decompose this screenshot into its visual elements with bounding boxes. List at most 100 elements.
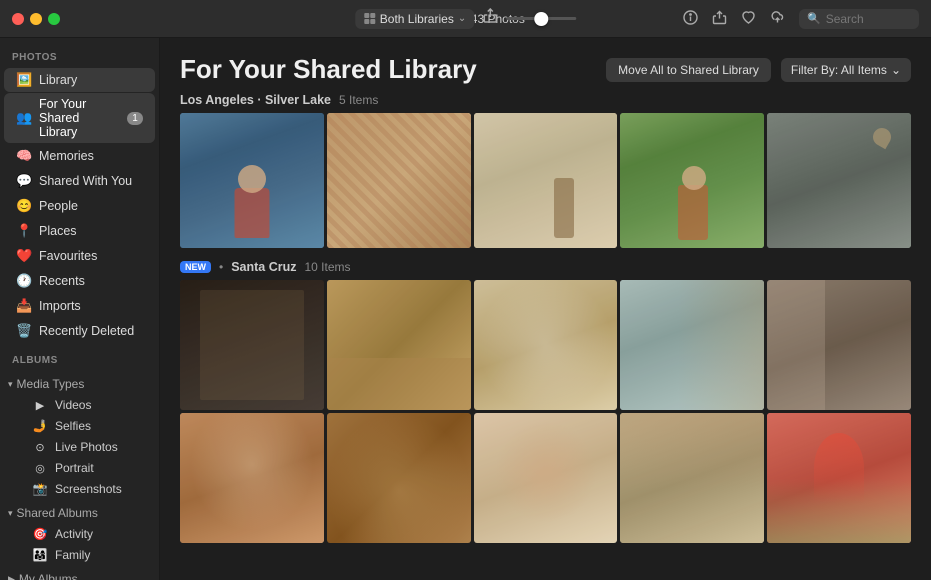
screenshots-icon: 📸	[32, 482, 48, 496]
titlebar-center: Both Libraries ⌄	[355, 8, 576, 29]
sidebar-portrait-label: Portrait	[55, 461, 94, 475]
sidebar-favourites-label: Favourites	[39, 249, 143, 263]
section2-header: NEW • Santa Cruz 10 Items	[180, 260, 911, 274]
live-photos-icon: ⊙	[32, 441, 48, 454]
shared-albums-header[interactable]: ▾ Shared Albums	[0, 503, 159, 523]
photo-item[interactable]	[767, 280, 911, 410]
chevron-down-icon: ⌄	[458, 13, 466, 24]
search-input[interactable]	[826, 12, 916, 26]
photo-item[interactable]	[180, 113, 324, 248]
sidebar-item-portrait[interactable]: ◎ Portrait	[4, 458, 155, 478]
main-container: Photos 🖼️ Library 👥 For Your Shared Libr…	[0, 38, 931, 580]
sidebar-live-photos-label: Live Photos	[55, 440, 118, 454]
albums-section-label: Albums	[0, 351, 159, 370]
library-icon: 🖼️	[16, 72, 32, 88]
sidebar-item-shared-with-you[interactable]: 💬 Shared With You	[4, 169, 155, 193]
upload-icon[interactable]	[712, 10, 727, 28]
section1-header: Los Angeles · Silver Lake 5 Items	[180, 93, 911, 107]
photo-item[interactable]	[180, 413, 324, 543]
shared-albums-chevron-icon: ▾	[8, 508, 13, 519]
filter-label: Filter By: All Items	[791, 63, 887, 77]
photo-item[interactable]	[327, 113, 471, 248]
section2-row2	[180, 413, 911, 543]
sidebar-places-label: Places	[39, 224, 143, 238]
photo-item[interactable]	[327, 280, 471, 410]
sidebar-item-screenshots[interactable]: 📸 Screenshots	[4, 479, 155, 499]
library-selector[interactable]: Both Libraries ⌄	[355, 9, 474, 29]
shared-library-badge: 1	[127, 112, 143, 125]
media-types-header[interactable]: ▾ Media Types	[0, 374, 159, 394]
new-badge: NEW	[180, 261, 211, 273]
sidebar-videos-label: Videos	[55, 398, 91, 412]
photo-item[interactable]	[620, 280, 764, 410]
titlebar: Both Libraries ⌄ 1,743 Photos	[0, 0, 931, 38]
sidebar-item-label: Library	[39, 73, 143, 87]
traffic-lights	[12, 13, 60, 25]
sidebar-item-memories[interactable]: 🧠 Memories	[4, 144, 155, 168]
my-albums-chevron-icon: ▶	[8, 574, 15, 580]
photo-item[interactable]	[767, 413, 911, 543]
zoom-slider-container	[506, 17, 576, 20]
sidebar-selfies-label: Selfies	[55, 419, 91, 433]
heart-icon[interactable]	[741, 10, 756, 28]
photo-item[interactable]	[620, 113, 764, 248]
sidebar-item-people[interactable]: 😊 People	[4, 194, 155, 218]
sidebar-shared-with-you-label: Shared With You	[39, 174, 143, 188]
share-icon[interactable]	[482, 8, 498, 29]
close-button[interactable]	[12, 13, 24, 25]
media-types-label: Media Types	[17, 377, 85, 391]
sidebar-item-selfies[interactable]: 🤳 Selfies	[4, 416, 155, 436]
sidebar-item-videos[interactable]: ▶ Videos	[4, 395, 155, 415]
people-icon: 😊	[16, 198, 32, 214]
zoom-slider[interactable]	[506, 17, 576, 20]
photo-item[interactable]	[767, 113, 911, 248]
header-actions: Move All to Shared Library Filter By: Al…	[606, 58, 911, 82]
search-bar[interactable]: 🔍	[799, 9, 919, 29]
shared-library-icon: 👥	[16, 110, 32, 126]
photo-item[interactable]	[474, 413, 618, 543]
photo-item[interactable]	[474, 280, 618, 410]
maximize-button[interactable]	[48, 13, 60, 25]
filter-button[interactable]: Filter By: All Items ⌄	[781, 58, 911, 82]
move-all-button[interactable]: Move All to Shared Library	[606, 58, 771, 82]
photo-item[interactable]	[327, 413, 471, 543]
info-icon[interactable]	[683, 10, 698, 28]
page-title: For Your Shared Library	[180, 54, 477, 85]
recents-icon: 🕐	[16, 273, 32, 289]
content-area: For Your Shared Library Move All to Shar…	[160, 38, 931, 580]
shared-with-you-icon: 💬	[16, 173, 32, 189]
sidebar-item-live-photos[interactable]: ⊙ Live Photos	[4, 437, 155, 457]
sidebar-item-family[interactable]: 👨‍👩‍👧 Family	[4, 545, 155, 565]
sidebar-activity-label: Activity	[55, 527, 93, 541]
media-types-chevron-icon: ▾	[8, 379, 13, 390]
memories-icon: 🧠	[16, 148, 32, 164]
sidebar-imports-label: Imports	[39, 299, 143, 313]
photo-item[interactable]	[180, 280, 324, 410]
photo-item[interactable]	[620, 413, 764, 543]
section1-location: Los Angeles · Silver Lake	[180, 93, 331, 107]
sidebar-item-recently-deleted[interactable]: 🗑️ Recently Deleted	[4, 319, 155, 343]
shared-albums-group: ▾ Shared Albums 🎯 Activity 👨‍👩‍👧 Family	[0, 503, 159, 565]
photo-item[interactable]	[474, 113, 618, 248]
library-label: Both Libraries	[380, 12, 454, 26]
sidebar-item-library[interactable]: 🖼️ Library	[4, 68, 155, 92]
titlebar-right: 🔍	[683, 9, 919, 29]
sidebar: Photos 🖼️ Library 👥 For Your Shared Libr…	[0, 38, 160, 580]
section2-row1	[180, 280, 911, 410]
minimize-button[interactable]	[30, 13, 42, 25]
sidebar-item-favourites[interactable]: ❤️ Favourites	[4, 244, 155, 268]
sidebar-item-imports[interactable]: 📥 Imports	[4, 294, 155, 318]
sidebar-item-recents[interactable]: 🕐 Recents	[4, 269, 155, 293]
sidebar-screenshots-label: Screenshots	[55, 482, 122, 496]
sidebar-family-label: Family	[55, 548, 90, 562]
sidebar-item-shared-library[interactable]: 👥 For Your Shared Library 1	[4, 93, 155, 143]
section-los-angeles: Los Angeles · Silver Lake 5 Items	[160, 93, 931, 260]
cloud-upload-icon[interactable]	[770, 10, 785, 28]
sidebar-item-places[interactable]: 📍 Places	[4, 219, 155, 243]
imports-icon: 📥	[16, 298, 32, 314]
sidebar-memories-label: Memories	[39, 149, 143, 163]
sidebar-recently-deleted-label: Recently Deleted	[39, 324, 143, 338]
my-albums-header[interactable]: ▶ My Albums	[0, 569, 159, 580]
filter-chevron-icon: ⌄	[891, 63, 901, 77]
sidebar-item-activity[interactable]: 🎯 Activity	[4, 524, 155, 544]
